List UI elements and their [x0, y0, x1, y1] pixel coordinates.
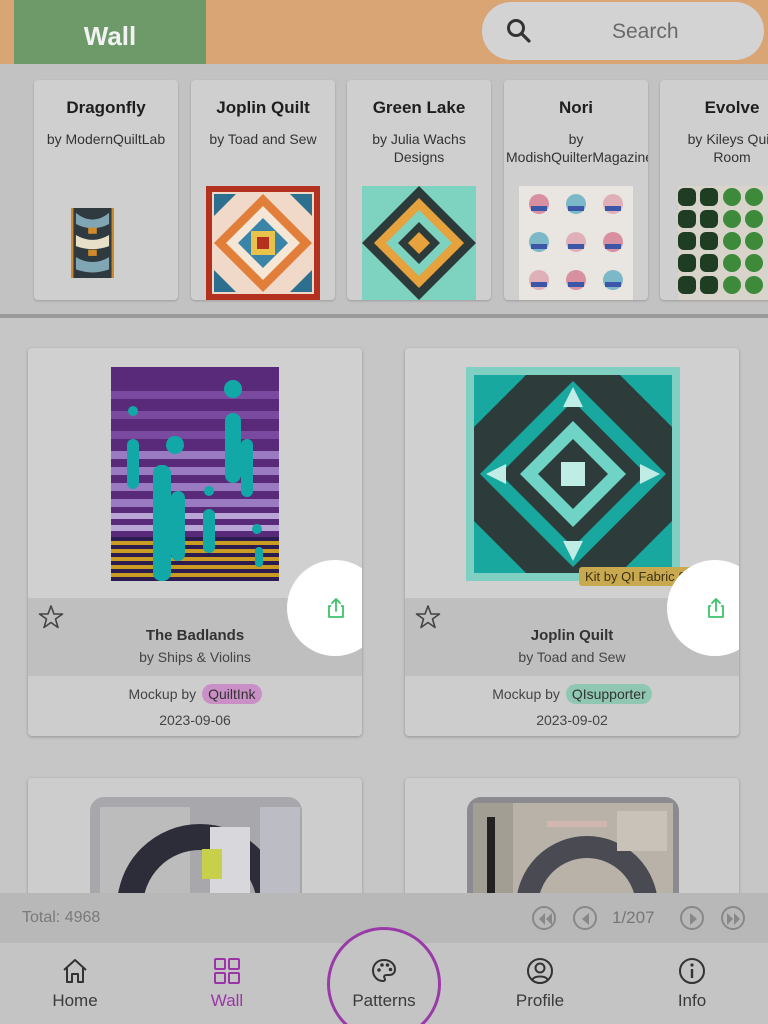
pattern-author: by Ships & Violins: [139, 649, 251, 665]
featured-title: Joplin Quilt: [216, 98, 310, 117]
mockup-prefix: Mockup by: [492, 686, 560, 702]
mockup-credit: Mockup by QuiltInk: [28, 684, 362, 704]
nav-home[interactable]: Home: [15, 943, 135, 1024]
share-icon: [328, 598, 344, 618]
nav-patterns[interactable]: Patterns: [324, 943, 444, 1024]
pattern-card[interactable]: The Badlands by Ships & Violins Mockup b…: [28, 348, 362, 736]
pattern-grid[interactable]: The Badlands by Ships & Violins Mockup b…: [0, 318, 768, 893]
joplin-quilt-image: [466, 367, 680, 581]
mockup-date: 2023-09-06: [159, 712, 231, 728]
nav-label: Profile: [515, 991, 565, 1010]
nav-wall[interactable]: Wall: [167, 943, 287, 1024]
next-page-icon: [690, 913, 697, 925]
green-lake-thumbnail: [362, 186, 476, 300]
featured-card[interactable]: Green Lake by Julia Wachs Designs: [347, 80, 491, 300]
featured-author: by ModishQuilterMagazine: [506, 131, 648, 165]
nav-label: Wall: [210, 991, 244, 1010]
mockup-user-tag[interactable]: QIsupporter: [565, 684, 652, 704]
mockup-date: 2023-09-02: [536, 712, 608, 728]
pattern-author: by Toad and Sew: [518, 649, 626, 665]
search-placeholder: Search: [612, 20, 679, 43]
first-page-icon: [539, 913, 552, 925]
dragonfly-quilt-image: [71, 208, 114, 278]
featured-card[interactable]: Dragonfly by ModernQuiltLab: [34, 80, 178, 300]
mockup-credit: Mockup by QIsupporter: [405, 684, 739, 704]
nav-label: Info: [677, 991, 707, 1010]
featured-title: Nori: [559, 98, 593, 117]
badlands-quilt-image: [111, 367, 279, 581]
search-icon: [507, 19, 531, 43]
nori-thumbnail: [519, 186, 633, 300]
last-page-button[interactable]: [721, 906, 745, 930]
tab-wall[interactable]: Wall: [14, 0, 206, 73]
nav-label: Patterns: [352, 991, 416, 1010]
pattern-name: Joplin Quilt: [530, 627, 614, 644]
prev-page-icon: [582, 913, 589, 925]
grid-icon: [214, 958, 240, 984]
card-info: The Badlands by Ships & Violins: [28, 560, 362, 676]
info-icon: [679, 958, 705, 984]
nav-profile[interactable]: Profile: [480, 943, 600, 1024]
quilt-image: [467, 797, 679, 893]
pattern-card[interactable]: [405, 778, 739, 893]
featured-author: by ModernQuiltLab: [46, 131, 166, 147]
top-bar: Wall Search: [0, 0, 768, 73]
first-page-button[interactable]: [532, 906, 556, 930]
featured-card[interactable]: Joplin Quilt by Toad and Sew: [191, 80, 335, 300]
pattern-card[interactable]: Kit by QI Fabric Shop Joplin Quilt by To…: [405, 348, 739, 736]
bottom-nav: Home Wall Patterns Profile Info: [0, 927, 768, 1024]
card-photo[interactable]: Kit by QI Fabric Shop: [405, 348, 739, 598]
user-circle-icon: [527, 958, 553, 984]
pattern-card[interactable]: [28, 778, 362, 893]
card-photo[interactable]: [28, 348, 362, 598]
mockup-prefix: Mockup by: [128, 686, 197, 702]
pattern-name: The Badlands: [145, 627, 245, 644]
card-info: Joplin Quilt by Toad and Sew: [405, 560, 739, 676]
featured-strip[interactable]: Dragonfly by ModernQuiltLab Joplin Quilt…: [0, 64, 768, 314]
nav-label: Home: [52, 991, 98, 1010]
next-page-button[interactable]: [680, 906, 704, 930]
featured-author: by Julia Wachs Designs: [372, 131, 466, 165]
joplin-quilt-thumbnail: [206, 186, 320, 300]
page-indicator: 1/207: [612, 908, 655, 927]
quilt-image: [90, 797, 302, 893]
featured-title: Dragonfly: [66, 98, 146, 117]
featured-author: by Toad and Sew: [209, 131, 317, 147]
featured-card[interactable]: Nori by ModishQuilterMagazine: [504, 80, 648, 300]
evolve-thumbnail: [678, 186, 768, 300]
featured-card[interactable]: Evolve by Kileys Quilt Room: [660, 80, 768, 300]
featured-author: by Kileys Quilt Room: [687, 131, 768, 165]
home-icon: [63, 959, 87, 983]
palette-icon: [371, 958, 397, 983]
featured-title: Green Lake: [372, 98, 466, 117]
search-bar[interactable]: Search: [482, 2, 764, 60]
featured-title: Evolve: [704, 98, 760, 117]
prev-page-button[interactable]: [573, 906, 597, 930]
share-icon: [708, 598, 724, 618]
total-count: Total: 4968: [22, 909, 101, 926]
nav-info[interactable]: Info: [632, 943, 752, 1024]
mockup-user-tag[interactable]: QuiltInk: [202, 684, 262, 704]
last-page-icon: [727, 913, 740, 925]
